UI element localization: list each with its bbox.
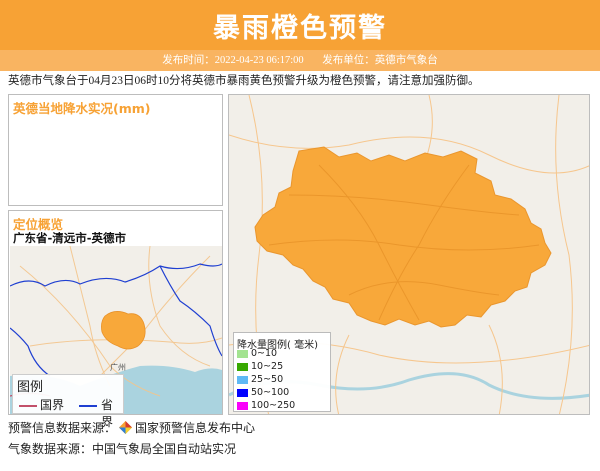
local-rainfall-panel: 英德当地降水实况(mm) xyxy=(8,94,223,206)
legend-swatch xyxy=(237,389,248,397)
rainfall-legend: 降水量图例( 毫米) 0~10 10~25 25~50 50~100 100~2… xyxy=(233,332,331,412)
local-rainfall-title: 英德当地降水实况(mm) xyxy=(13,101,151,116)
warning-intro-text: 英德市气象台于04月23日06时10分将英德市暴雨黄色预警升级为橙色预警，请注意… xyxy=(8,75,480,87)
weather-source-line: 气象数据来源：中国气象局全国自动站实况 xyxy=(8,442,237,456)
country-border-swatch xyxy=(19,405,37,407)
location-path: 广东省-清远市-英德市 xyxy=(13,231,127,245)
warning-meta-bar: 发布时间：2022-04-23 06:17:00 发布单位：英德市气象台 xyxy=(0,50,600,71)
country-border-label: 国界 xyxy=(40,398,65,412)
overview-legend-title: 图例 xyxy=(17,380,44,395)
warning-title: 暴雨橙色预警 xyxy=(213,13,387,44)
city-label-guangzhou: 广州 xyxy=(110,362,126,372)
legend-swatch xyxy=(237,363,248,371)
warning-center-logo-icon xyxy=(119,421,133,434)
warning-source: 国家预警信息发布中心 xyxy=(135,421,256,435)
weather-source: 中国气象局全国自动站实况 xyxy=(92,442,237,456)
warning-source-line: 预警信息数据来源： 国家预警信息发布中心 xyxy=(8,421,256,435)
overview-map-legend: 图例 国界 省界 xyxy=(12,374,124,429)
publisher: 发布单位：英德市气象台 xyxy=(322,55,438,66)
province-border-swatch xyxy=(79,405,97,407)
legend-swatch xyxy=(237,376,248,384)
legend-swatch xyxy=(237,350,248,358)
warning-header: 暴雨橙色预警 xyxy=(0,0,600,50)
publish-time: 发布时间：2022-04-23 06:17:00 xyxy=(162,55,304,66)
legend-swatch xyxy=(237,402,248,410)
rainfall-legend-title: 降水量图例( 毫米) xyxy=(237,340,318,351)
